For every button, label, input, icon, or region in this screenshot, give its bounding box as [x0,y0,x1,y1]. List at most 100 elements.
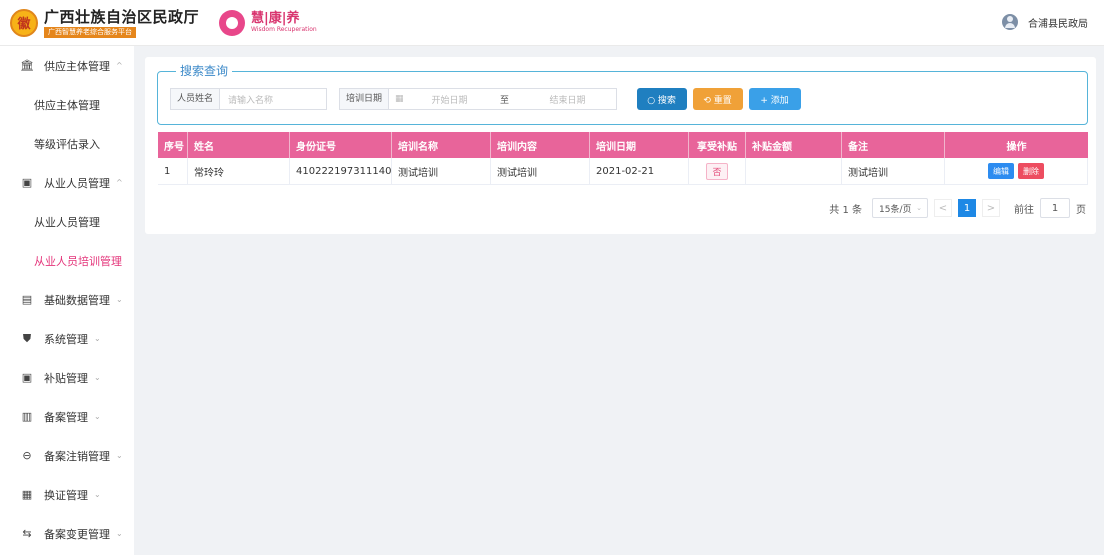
chevron-down-icon: ⌄ [94,373,101,382]
cell-name: 常玲玲 [188,158,290,184]
sidebar-group-label: 备案管理 [44,410,88,424]
cell-training-name: 测试培训 [392,158,491,184]
sidebar-item-label: 从业人员管理 [34,215,100,229]
org-subtitle: 广西智慧养老综合服务平台 [44,26,136,38]
goto-suffix: 页 [1076,204,1086,216]
page-size-select[interactable]: 15条/页 ⌄ [872,198,928,218]
col-header: 操作 [1006,141,1027,153]
col-header: 补贴金额 [746,132,842,158]
sidebar-group-supplier[interactable]: 🏛 供应主体管理 ^ [0,46,134,85]
cell-remark: 测试培训 [842,158,945,184]
col-header: 备注 [842,132,945,158]
wisdom-logo: 慧|康|养 Wisdom Recuperation [219,9,317,36]
sidebar-item-label: 等级评估录入 [34,137,100,151]
add-button[interactable]: + 添加 [748,88,801,110]
reset-button[interactable]: ⟲ 重置 [692,88,743,110]
sidebar-group-filing-cancel[interactable]: ⊖ 备案注销管理 ⌄ [0,436,134,475]
cell-actions: 编辑 删除 [945,158,1088,184]
emblem-icon: 徽 [10,8,38,37]
date-separator: 至 [500,95,510,106]
col-header: 姓名 [188,132,290,158]
sidebar-group-label: 补贴管理 [44,371,88,385]
chevron-down-icon: ⌄ [94,412,101,421]
sidebar-group-filing-change[interactable]: ⇆ 备案变更管理 ⌄ [0,514,134,553]
goto-label: 前往 [1014,204,1034,216]
delete-button[interactable]: 删除 [1018,163,1044,179]
database-icon: ▤ [21,293,33,306]
cancel-circle-icon: ⊖ [22,449,32,462]
name-label: 人员姓名 [171,89,221,109]
cell-subsidy: 否 [689,158,746,184]
page-number-current[interactable]: 1 [958,199,976,217]
cell-index: 1 [158,158,188,184]
sidebar-group-label: 备案注销管理 [44,449,110,463]
chevron-down-icon: ⌄ [116,451,123,460]
sidebar-group-label: 换证管理 [44,488,88,502]
chevron-down-icon: ⌄ [94,490,101,499]
date-label: 培训日期 [340,89,390,109]
sidebar-group-subsidy[interactable]: ▣ 补贴管理 ⌄ [0,358,134,397]
sidebar-group-basic-data[interactable]: ▤ 基础数据管理 ⌄ [0,280,134,319]
brand-text: 广西壮族自治区民政厅 广西智慧养老综合服务平台 [44,8,199,38]
sidebar-group-label: 系统管理 [44,332,88,346]
table-header: 序号 姓名 身份证号 培训名称 培训内容 培训日期 享受补贴 补贴金额 备注 操… [158,132,1088,158]
col-header: 培训名称 [392,132,491,158]
search-panel: 搜索查询 人员姓名 请输入名称 培训日期 ▦ 开始日期 至 结束日期 ○ 搜索 … [157,64,1088,125]
chevron-up-icon: ^ [116,178,123,187]
sidebar-group-staff[interactable]: ▣ 从业人员管理 ^ [0,163,134,202]
training-table: 序号 姓名 身份证号 培训名称 培训内容 培训日期 享受补贴 补贴金额 备注 操… [158,132,1088,185]
goto-input[interactable]: 1 [1040,198,1070,218]
avatar-icon [1002,14,1018,30]
date-end-input[interactable]: 结束日期 [520,93,616,106]
search-row: 人员姓名 请输入名称 培训日期 ▦ 开始日期 至 结束日期 ○ 搜索 ⟲ 重置 … [170,88,801,110]
date-start-input[interactable]: 开始日期 [410,93,490,106]
search-button[interactable]: ○ 搜索 [636,88,687,110]
col-header: 培训内容 [491,132,590,158]
sidebar-item-staff-training[interactable]: 从业人员培训管理 [0,241,134,280]
sidebar-item-staff-manage[interactable]: 从业人员管理 [0,202,134,241]
prev-page-button[interactable]: < [934,199,952,217]
sidebar-item-supplier-manage[interactable]: 供应主体管理 [0,85,134,124]
col-header: 序号 [158,132,188,158]
edit-button[interactable]: 编辑 [988,163,1014,179]
chevron-down-icon: ⌄ [116,295,123,304]
search-legend: 搜索查询 [176,64,233,78]
total-count: 共 1 条 [829,204,862,216]
wisdom-cn: 慧|康|养 [251,11,300,26]
sidebar-group-label: 基础数据管理 [44,293,110,307]
col-header: 培训日期 [590,132,689,158]
col-header: 身份证号 [290,132,392,158]
shield-icon: ⛊ [22,331,32,345]
change-icon: ⇆ [22,527,32,540]
file-icon: ▥ [21,410,33,423]
bank-icon: 🏛 [20,59,34,72]
sidebar-item-label: 从业人员培训管理 [34,254,122,268]
wallet-icon: ▣ [21,371,33,384]
calendar-icon: ▦ [395,94,404,104]
sidebar-group-label: 供应主体管理 [44,59,110,73]
table-row: 1 常玲玲 410222197311140... 测试培训 测试培训 2021-… [158,158,1088,185]
sidebar-group-certificate[interactable]: ▦ 换证管理 ⌄ [0,475,134,514]
content-card: 搜索查询 人员姓名 请输入名称 培训日期 ▦ 开始日期 至 结束日期 ○ 搜索 … [145,57,1096,234]
wisdom-text: 慧|康|养 Wisdom Recuperation [251,11,317,34]
chevron-down-icon: ⌄ [916,204,922,212]
next-page-button[interactable]: > [982,199,1000,217]
sidebar-group-system[interactable]: ⛊ 系统管理 ⌄ [0,319,134,358]
sidebar-item-grade-entry[interactable]: 等级评估录入 [0,124,134,163]
pagination: 共 1 条 15条/页 ⌄ < 1 > 前往 1 页 [829,198,1086,218]
name-input[interactable]: 请输入名称 [220,93,326,106]
user-name: 合浦县民政局 [1028,18,1088,30]
sidebar: 🏛 供应主体管理 ^ 供应主体管理 等级评估录入 ▣ 从业人员管理 ^ 从业人员… [0,46,134,555]
subsidy-badge: 否 [706,162,728,180]
cell-training-content: 测试培训 [491,158,590,184]
user-menu[interactable]: 合浦县民政局 [1002,14,1088,30]
sidebar-item-label: 供应主体管理 [34,98,100,112]
cell-amount [746,158,842,184]
chevron-up-icon: ^ [116,61,123,70]
cell-id-number: 410222197311140... [290,158,392,184]
certificate-icon: ▦ [21,488,33,501]
sidebar-group-label: 从业人员管理 [44,176,110,190]
sidebar-group-filing[interactable]: ▥ 备案管理 ⌄ [0,397,134,436]
brand[interactable]: 徽 广西壮族自治区民政厅 广西智慧养老综合服务平台 [10,8,199,38]
sidebar-group-label: 备案变更管理 [44,527,110,541]
